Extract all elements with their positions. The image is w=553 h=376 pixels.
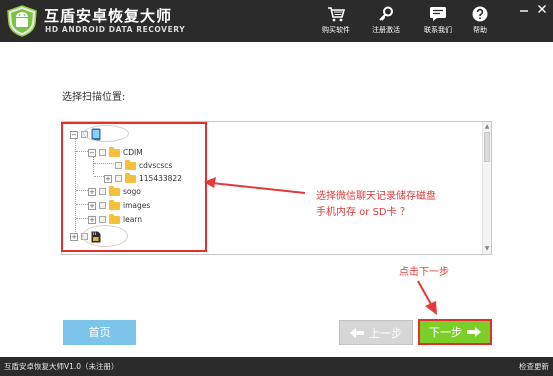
chat-icon [430, 7, 446, 21]
storage-annotation-line2: 手机内存 or SD卡 ？ [316, 207, 410, 218]
register-activate-button[interactable]: 注册激活 [366, 6, 406, 38]
android-shield-logo-icon [7, 5, 37, 37]
status-bar: 互盾安卓恢复大师V1.0（未注册） 检查更新 [0, 357, 553, 376]
contact-us-label: 联系我们 [424, 26, 452, 34]
buy-software-button[interactable]: 购买软件 [316, 6, 356, 38]
next-arrowhead-icon [425, 301, 437, 315]
version-status: 互盾安卓恢复大师V1.0（未注册） [4, 362, 119, 371]
app-subtitle: HD ANDROID DATA RECOVERY [45, 25, 186, 34]
close-icon[interactable] [535, 3, 549, 15]
minimize-icon[interactable] [517, 3, 531, 15]
scroll-down-icon[interactable]: ▼ [484, 245, 490, 253]
next-step-button[interactable]: 下一步 [418, 319, 492, 345]
storage-annotation-line1: 选择微信聊天记录储存磁盘 [316, 191, 436, 202]
next-step-label: 下一步 [429, 326, 462, 339]
previous-step-button[interactable]: 上一步 [339, 320, 413, 345]
key-icon [379, 6, 393, 21]
scan-location-prompt: 选择扫描位置: [62, 92, 126, 103]
app-title: 互盾安卓恢复大师 [44, 7, 173, 25]
sd-card-highlight-oval [82, 225, 128, 247]
cart-icon [328, 7, 345, 22]
arrow-right-icon [467, 327, 481, 337]
next-arrow-icon [417, 280, 433, 307]
scroll-up-icon[interactable]: ▲ [484, 123, 490, 131]
help-label: 帮助 [473, 26, 487, 34]
home-button[interactable]: 首页 [63, 320, 136, 345]
previous-step-label: 上一步 [369, 326, 402, 340]
check-update-link[interactable]: 检查更新 [519, 361, 549, 372]
vertical-scrollbar[interactable]: ▲ ▼ [482, 122, 491, 254]
arrow-left-icon [350, 327, 364, 338]
help-button[interactable]: 帮助 [460, 6, 500, 38]
buy-software-label: 购买软件 [322, 26, 350, 34]
contact-us-button[interactable]: 联系我们 [418, 6, 458, 38]
register-activate-label: 注册激活 [372, 26, 400, 34]
click-next-annotation: 点击下一步 [399, 267, 449, 278]
help-icon [472, 6, 488, 22]
phone-highlight-oval [83, 125, 129, 142]
title-bar: 互盾安卓恢复大师 HD ANDROID DATA RECOVERY 购买软件 注… [0, 0, 553, 42]
scrollbar-thumb[interactable] [484, 132, 490, 162]
